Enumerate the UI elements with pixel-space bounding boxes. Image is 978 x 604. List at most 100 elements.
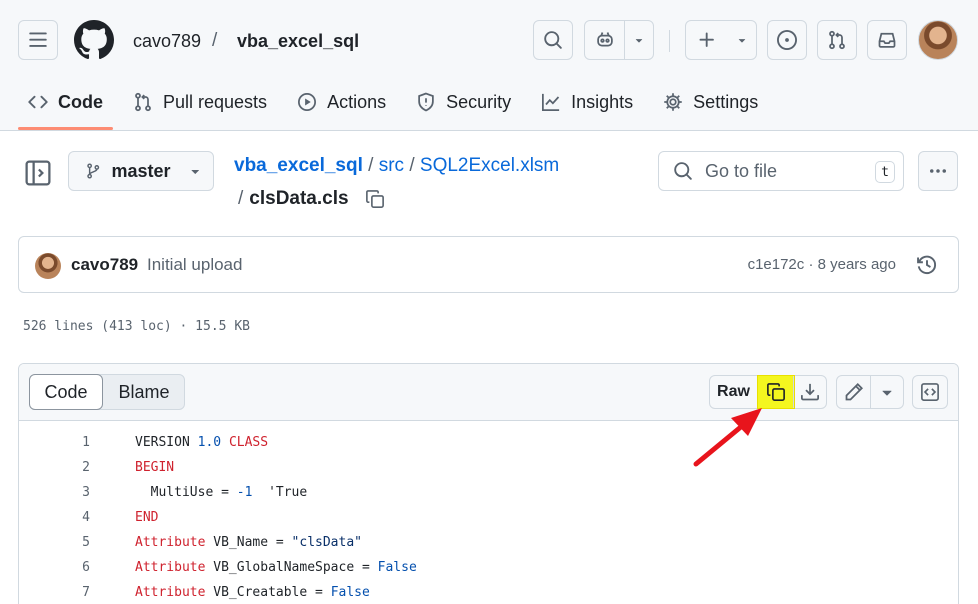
- latest-commit-box: cavo789 Initial upload c1e172c · 8 years…: [18, 236, 959, 293]
- code-square-icon: [921, 383, 939, 401]
- graph-icon: [542, 93, 560, 111]
- tab-security[interactable]: Security: [406, 80, 521, 124]
- line-content: VERSION 1.0 CLASS: [135, 435, 269, 450]
- tab-pull-requests-label: Pull requests: [163, 91, 268, 112]
- code-line: 6 Attribute VB_GlobalNameSpace = False: [19, 555, 958, 580]
- code-line: 5 Attribute VB_Name = "clsData": [19, 530, 958, 555]
- tab-actions-label: Actions: [327, 91, 387, 112]
- history-icon[interactable]: [916, 254, 938, 276]
- tab-code[interactable]: Code: [18, 80, 113, 130]
- breadcrumb-sep: /: [238, 188, 244, 209]
- file-info: 526 lines (413 loc) · 15.5 KB: [23, 319, 250, 334]
- tab-insights[interactable]: Insights: [531, 80, 643, 124]
- code-line: 7 Attribute VB_Creatable = False: [19, 580, 958, 604]
- header-divider: [669, 30, 670, 52]
- copilot-icon: [596, 32, 613, 47]
- file-actions-group: Raw: [709, 375, 827, 409]
- repo-tabs: Code Pull requests Actions Security Insi…: [18, 80, 778, 130]
- breadcrumb-sep: /: [368, 155, 374, 176]
- edit-file-button[interactable]: [837, 376, 871, 408]
- inbox-icon: [878, 32, 896, 48]
- line-number[interactable]: 1: [19, 435, 90, 450]
- github-logo[interactable]: [74, 20, 114, 60]
- sidebar-toggle-icon[interactable]: [24, 159, 52, 187]
- tab-security-label: Security: [446, 91, 512, 112]
- line-content: Attribute VB_Creatable = False: [135, 585, 370, 600]
- search-icon: [544, 31, 562, 49]
- play-icon: [298, 93, 317, 111]
- create-new-button[interactable]: [686, 21, 728, 59]
- menu-button[interactable]: [18, 20, 58, 60]
- repo-name-link[interactable]: vba_excel_sql: [237, 31, 359, 52]
- go-to-file-placeholder: Go to file: [705, 160, 778, 181]
- raw-label: Raw: [717, 383, 750, 400]
- breadcrumb-src[interactable]: src: [379, 155, 404, 176]
- code-lines: 1 VERSION 1.0 CLASS 2 BEGIN 3 MultiUse =…: [19, 430, 958, 604]
- breadcrumb-repo[interactable]: vba_excel_sql: [234, 155, 363, 176]
- commit-author[interactable]: cavo789: [71, 255, 138, 275]
- edit-group: [836, 375, 904, 409]
- symbols-button[interactable]: [912, 375, 948, 409]
- more-options-button[interactable]: [918, 151, 958, 191]
- menu-icon: [29, 32, 47, 47]
- code-viewer-header: Code Blame Raw: [19, 364, 958, 421]
- tab-settings[interactable]: Settings: [653, 80, 768, 124]
- code-view-tab[interactable]: Code: [29, 374, 103, 410]
- triangle-down-icon: [636, 39, 643, 43]
- tab-pull-requests[interactable]: Pull requests: [123, 80, 277, 124]
- branch-name: master: [111, 160, 171, 181]
- tab-insights-label: Insights: [571, 91, 634, 112]
- tab-settings-label: Settings: [693, 91, 759, 112]
- global-header: cavo789 / vba_excel_sql Code Pull reques…: [0, 0, 978, 131]
- line-content: BEGIN: [135, 460, 175, 475]
- create-new-menu[interactable]: [685, 20, 757, 60]
- tab-actions[interactable]: Actions: [287, 80, 396, 124]
- go-to-file-input[interactable]: Go to file t: [658, 151, 904, 191]
- triangle-down-icon: [190, 169, 199, 174]
- download-icon: [801, 383, 819, 401]
- line-number[interactable]: 7: [19, 585, 90, 600]
- copilot-menu[interactable]: [584, 20, 654, 60]
- repo-owner-link[interactable]: cavo789: [133, 31, 201, 52]
- line-number[interactable]: 4: [19, 510, 90, 525]
- code-line: 2 BEGIN: [19, 455, 958, 480]
- search-button[interactable]: [533, 20, 573, 60]
- line-number[interactable]: 2: [19, 460, 90, 475]
- author-avatar[interactable]: [35, 253, 61, 279]
- create-new-dropdown[interactable]: [728, 21, 756, 59]
- raw-button[interactable]: Raw: [710, 376, 758, 408]
- user-avatar[interactable]: [918, 20, 958, 60]
- view-switch: Code Blame: [29, 374, 185, 410]
- line-number[interactable]: 6: [19, 560, 90, 575]
- download-button[interactable]: [794, 376, 826, 408]
- breadcrumb-workbook[interactable]: SQL2Excel.xlsm: [420, 155, 559, 176]
- breadcrumb-file-row: / clsData.cls: [238, 188, 385, 210]
- git-branch-icon: [87, 163, 100, 179]
- tab-code-label: Code: [58, 91, 103, 112]
- pull-requests-icon: [829, 30, 845, 50]
- line-number[interactable]: 5: [19, 535, 90, 550]
- line-content: Attribute VB_GlobalNameSpace = False: [135, 560, 417, 575]
- inbox-button[interactable]: [867, 20, 907, 60]
- path-separator: /: [212, 30, 218, 51]
- commit-message[interactable]: Initial upload: [147, 255, 242, 275]
- line-content: END: [135, 510, 159, 525]
- pencil-icon: [845, 383, 863, 401]
- issues-button[interactable]: [767, 20, 807, 60]
- line-number[interactable]: 3: [19, 485, 90, 500]
- triangle-down-icon: [882, 390, 892, 396]
- copy-icon: [766, 383, 785, 401]
- copilot-dropdown[interactable]: [625, 21, 653, 59]
- copy-raw-button[interactable]: [757, 375, 795, 409]
- code-line: 1 VERSION 1.0 CLASS: [19, 430, 958, 455]
- edit-dropdown[interactable]: [871, 376, 903, 408]
- shield-icon: [418, 92, 434, 112]
- copilot-button[interactable]: [585, 21, 624, 59]
- breadcrumb: vba_excel_sql / src / SQL2Excel.xlsm: [234, 155, 559, 177]
- branch-selector[interactable]: master: [68, 151, 214, 191]
- issues-icon: [777, 30, 797, 50]
- blame-view-tab[interactable]: Blame: [104, 375, 184, 409]
- commit-meta[interactable]: c1e172c · 8 years ago: [748, 256, 896, 273]
- pull-requests-button[interactable]: [817, 20, 857, 60]
- copy-path-icon[interactable]: [365, 189, 385, 209]
